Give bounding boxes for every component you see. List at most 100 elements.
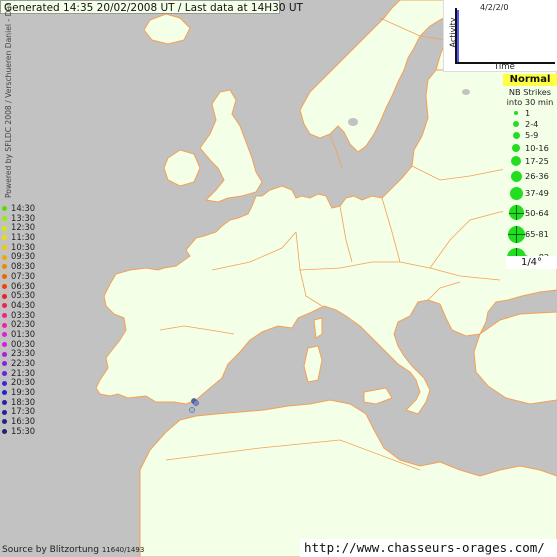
time-color-dot xyxy=(2,361,7,367)
strike-legend-rows: 12-45-910-1617-2526-3637-4950-6465-81>=8… xyxy=(503,107,557,269)
time-legend-row: 15:30 xyxy=(2,425,46,437)
time-color-dot xyxy=(2,264,7,270)
time-color-dot xyxy=(2,351,7,357)
activity-bar xyxy=(457,10,459,62)
strike-size-circle xyxy=(511,156,521,166)
credit-vertical: Powered by SFLDC 2008 / Verschueren Dani… xyxy=(1,3,13,198)
time-label: 18:30 xyxy=(11,396,36,407)
lightning-map-page: Generated 14:35 20/02/2008 UT / Last dat… xyxy=(0,0,557,557)
strike-count-label: 2-4 xyxy=(525,118,539,129)
time-label: 05:30 xyxy=(11,290,36,301)
time-label: 20:30 xyxy=(11,377,36,388)
time-label: 16:30 xyxy=(11,416,36,427)
strike-legend-row: 10-16 xyxy=(503,141,557,154)
strike-dot xyxy=(193,400,199,406)
time-color-dot xyxy=(2,332,7,338)
strike-legend-row: 5-9 xyxy=(503,129,557,141)
credit-text: Powered by SFLDC 2008 / Verschueren Dani… xyxy=(4,3,13,198)
strike-size-circle xyxy=(509,186,523,200)
strike-count-label: 17-25 xyxy=(525,156,549,166)
strike-count-label: 5-9 xyxy=(525,130,539,140)
time-label: 07:30 xyxy=(11,270,36,281)
website-url[interactable]: http://www.chasseurs-orages.com/ xyxy=(300,539,557,557)
time-color-dot xyxy=(2,206,7,212)
time-label: 12:30 xyxy=(11,222,36,233)
time-color-dot xyxy=(2,235,7,241)
strike-size-circle xyxy=(512,131,520,139)
status-badge: Normal xyxy=(503,74,557,86)
activity-chart: 4/2/2/0 Activity Time xyxy=(443,0,557,72)
time-color-dot xyxy=(2,225,7,231)
time-color-dot xyxy=(2,312,7,318)
corsica-land xyxy=(313,317,323,339)
strike-count-label: 37-49 xyxy=(525,188,549,198)
time-color-dot xyxy=(2,245,7,251)
time-label: 04:30 xyxy=(11,299,36,310)
time-label: 14:30 xyxy=(11,203,36,213)
time-color-dot xyxy=(2,254,7,260)
strike-legend-row: 37-49 xyxy=(503,184,557,202)
time-color-dot xyxy=(2,419,7,425)
time-color-dot xyxy=(2,380,7,386)
source-count: 11640/1493 xyxy=(101,546,145,554)
time-label: 13:30 xyxy=(11,212,36,223)
lake xyxy=(348,118,358,126)
time-label: 09:30 xyxy=(11,251,36,262)
time-label: 00:30 xyxy=(11,338,36,349)
time-color-dot xyxy=(2,322,7,328)
time-color-dot xyxy=(2,283,7,289)
time-label: 23:30 xyxy=(11,348,36,359)
strike-dot xyxy=(189,407,195,413)
time-color-dot xyxy=(2,303,7,309)
time-color-dot xyxy=(2,390,7,396)
europe-map xyxy=(0,0,557,557)
strike-size-circle xyxy=(510,170,522,182)
strike-size-circle xyxy=(514,110,518,115)
strike-count-label: 50-64 xyxy=(525,207,549,218)
time-color-dot xyxy=(2,216,7,222)
time-color-dot xyxy=(2,409,7,415)
strike-legend-row: 1 xyxy=(503,107,557,118)
generated-header: Generated 14:35 20/02/2008 UT / Last dat… xyxy=(0,0,303,14)
time-label: 03:30 xyxy=(11,309,36,320)
strike-legend-row: 2-4 xyxy=(503,118,557,129)
time-label: 02:30 xyxy=(11,319,36,330)
time-label: 08:30 xyxy=(11,261,36,272)
strike-count-label: 1 xyxy=(525,107,531,118)
activity-counts: 4/2/2/0 xyxy=(480,3,509,12)
time-label: 06:30 xyxy=(11,280,36,291)
time-label: 01:30 xyxy=(11,328,36,339)
time-label: 22:30 xyxy=(11,358,36,368)
strike-legend-title: NB Strikes into 30 min xyxy=(506,87,554,107)
time-color-dot xyxy=(2,274,7,280)
source-label: Source by Blitzortung xyxy=(2,545,99,555)
lake xyxy=(462,89,470,95)
time-color-dot xyxy=(2,400,7,406)
source-credit: Source by Blitzortung 11640/1493 xyxy=(2,545,144,556)
time-legend: 14:30 13:30 12:30 11:30 10:30 09:30 08:30 07:30… xyxy=(2,203,46,437)
time-label: 21:30 xyxy=(11,367,36,378)
time-color-dot xyxy=(2,371,7,377)
time-label: 11:30 xyxy=(11,232,36,243)
strike-size-circle xyxy=(513,120,519,127)
strike-count-label: 10-16 xyxy=(525,142,549,153)
strike-size-circle xyxy=(508,205,524,220)
strike-legend-row: 26-36 xyxy=(503,168,557,184)
strike-count-label: 65-81 xyxy=(525,229,549,239)
strike-size-circle xyxy=(507,225,525,243)
scale-label: 1/4° xyxy=(506,256,557,269)
time-axis-label: Time xyxy=(494,62,515,72)
time-color-dot xyxy=(2,293,7,299)
time-label: 15:30 xyxy=(11,425,36,436)
strike-legend-row: 65-81 xyxy=(503,223,557,245)
strike-count-label: 26-36 xyxy=(525,171,549,181)
time-label: 17:30 xyxy=(11,406,36,417)
time-label: 19:30 xyxy=(11,387,36,398)
time-color-dot xyxy=(2,429,7,435)
strike-size-circle xyxy=(512,143,520,152)
strike-legend-row: 50-64 xyxy=(503,202,557,223)
strike-legend-row: 17-25 xyxy=(503,154,557,168)
strike-legend: Normal NB Strikes into 30 min 1 2-4 5-9 10-… xyxy=(503,74,557,269)
time-label: 10:30 xyxy=(11,241,36,252)
time-color-dot xyxy=(2,341,7,347)
